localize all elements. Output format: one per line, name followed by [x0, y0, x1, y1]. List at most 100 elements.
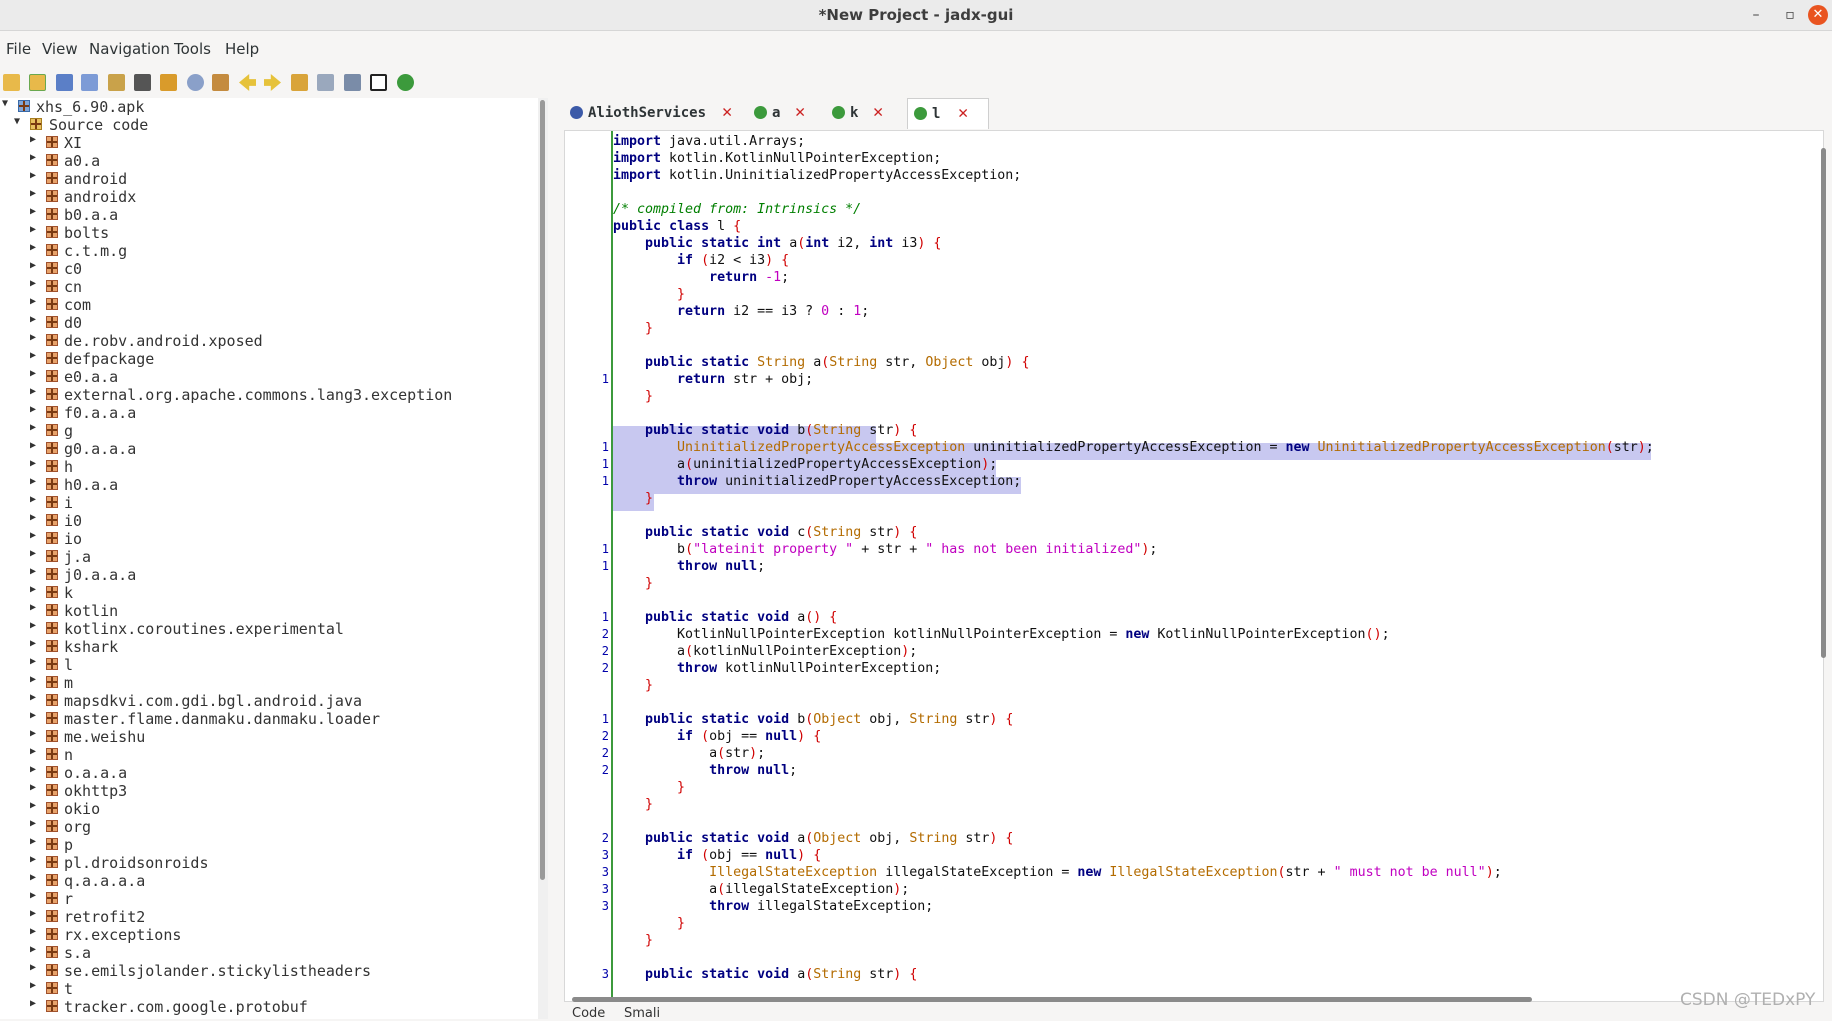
- code-editor[interactable]: 1 1 1 1 1 1 1 2 2 2 1 2 2 2 2 3 3 3 3 3 import java.util.Ar…: [564, 130, 1824, 1002]
- chevron-right-icon[interactable]: ▶: [30, 710, 40, 721]
- chevron-right-icon[interactable]: ▶: [30, 458, 40, 469]
- chevron-right-icon[interactable]: ▶: [30, 368, 40, 379]
- close-tab-icon[interactable]: ✕: [795, 102, 805, 122]
- code-line: /* compiled from: Intrinsics */: [613, 202, 862, 217]
- chevron-right-icon[interactable]: ▶: [30, 422, 40, 433]
- chevron-right-icon[interactable]: ▶: [30, 242, 40, 253]
- package-icon: [46, 802, 58, 814]
- chevron-right-icon[interactable]: ▶: [30, 602, 40, 613]
- tab-a[interactable]: a ✕: [750, 98, 825, 128]
- quark-icon[interactable]: [370, 74, 387, 91]
- chevron-right-icon[interactable]: ▶: [30, 548, 40, 559]
- editor-scrollbar[interactable]: [1818, 148, 1830, 668]
- chevron-right-icon[interactable]: ▶: [30, 836, 40, 847]
- chevron-right-icon[interactable]: ▶: [30, 206, 40, 217]
- back-icon[interactable]: [239, 74, 256, 91]
- chevron-right-icon[interactable]: ▶: [30, 494, 40, 505]
- chevron-right-icon[interactable]: ▶: [30, 782, 40, 793]
- chevron-right-icon[interactable]: ▶: [30, 674, 40, 685]
- chevron-right-icon[interactable]: ▶: [30, 890, 40, 901]
- chevron-right-icon[interactable]: ▶: [30, 908, 40, 919]
- close-tab-icon[interactable]: ✕: [873, 102, 883, 122]
- editor-scrollbar-thumb[interactable]: [1821, 148, 1826, 658]
- search-icon[interactable]: [187, 74, 204, 91]
- chevron-right-icon[interactable]: ▶: [30, 170, 40, 181]
- forward-icon[interactable]: [264, 74, 281, 91]
- title-bar: *New Project - jadx-gui – ▫ ✕: [0, 0, 1832, 31]
- tab-aliothservices[interactable]: AliothServices ✕: [566, 98, 746, 128]
- preferences-icon[interactable]: [344, 74, 361, 91]
- chevron-right-icon[interactable]: ▶: [30, 224, 40, 235]
- chevron-right-icon[interactable]: ▶: [30, 134, 40, 145]
- package-icon: [46, 874, 58, 886]
- tab-l[interactable]: l ✕: [907, 98, 989, 129]
- menu-file[interactable]: File: [6, 40, 31, 58]
- chevron-right-icon[interactable]: ▶: [30, 998, 40, 1009]
- tree-scrollbar-thumb[interactable]: [540, 100, 545, 880]
- chevron-right-icon[interactable]: ▶: [30, 962, 40, 973]
- chevron-right-icon[interactable]: ▶: [30, 638, 40, 649]
- chevron-right-icon[interactable]: ▶: [30, 872, 40, 883]
- minimize-button[interactable]: –: [1746, 5, 1766, 25]
- chevron-right-icon[interactable]: ▶: [30, 386, 40, 397]
- class-search-icon[interactable]: [212, 74, 229, 91]
- close-tab-icon[interactable]: ✕: [722, 102, 732, 122]
- chevron-right-icon[interactable]: ▶: [30, 530, 40, 541]
- menu-tools[interactable]: Tools: [174, 40, 211, 58]
- deobfuscation-icon[interactable]: [291, 74, 308, 91]
- decompile-all-icon[interactable]: [160, 74, 177, 91]
- tree-package-label: g: [64, 422, 74, 440]
- chevron-right-icon[interactable]: ▶: [30, 260, 40, 271]
- chevron-right-icon[interactable]: ▶: [30, 926, 40, 937]
- open-file-icon[interactable]: [3, 74, 20, 91]
- chevron-right-icon[interactable]: ▶: [30, 476, 40, 487]
- chevron-right-icon[interactable]: ▶: [30, 512, 40, 523]
- maximize-button[interactable]: ▫: [1780, 5, 1800, 25]
- flatten-packages-icon[interactable]: [134, 74, 151, 91]
- tree-package-label: androidx: [64, 188, 137, 206]
- chevron-down-icon[interactable]: ▼: [14, 116, 24, 127]
- package-icon: [46, 550, 58, 562]
- chevron-right-icon[interactable]: ▶: [30, 350, 40, 361]
- save-all-icon[interactable]: [56, 74, 73, 91]
- code-area[interactable]: import java.util.Arrays; import kotlin.Ko…: [613, 131, 1823, 1001]
- chevron-right-icon[interactable]: ▶: [30, 620, 40, 631]
- tree-scrollbar[interactable]: [538, 98, 548, 1019]
- chevron-right-icon[interactable]: ▶: [30, 692, 40, 703]
- editor-bottom-tabs: Code Smali: [564, 1004, 1822, 1021]
- package-icon: [46, 316, 58, 328]
- chevron-right-icon[interactable]: ▶: [30, 152, 40, 163]
- log-viewer-icon[interactable]: [317, 74, 334, 91]
- chevron-right-icon[interactable]: ▶: [30, 854, 40, 865]
- close-window-button[interactable]: ✕: [1808, 5, 1828, 25]
- tab-k[interactable]: k ✕: [828, 98, 903, 128]
- debugger-icon[interactable]: [397, 74, 414, 91]
- chevron-right-icon[interactable]: ▶: [30, 818, 40, 829]
- chevron-down-icon[interactable]: ▼: [2, 98, 12, 109]
- chevron-right-icon[interactable]: ▶: [30, 404, 40, 415]
- chevron-right-icon[interactable]: ▶: [30, 278, 40, 289]
- menu-help[interactable]: Help: [225, 40, 259, 58]
- chevron-right-icon[interactable]: ▶: [30, 980, 40, 991]
- export-icon[interactable]: [81, 74, 98, 91]
- chevron-right-icon[interactable]: ▶: [30, 314, 40, 325]
- menu-navigation[interactable]: Navigation: [89, 40, 170, 58]
- close-tab-icon[interactable]: ✕: [958, 103, 968, 123]
- sync-icon[interactable]: [108, 74, 125, 91]
- chevron-right-icon[interactable]: ▶: [30, 332, 40, 343]
- chevron-right-icon[interactable]: ▶: [30, 188, 40, 199]
- chevron-right-icon[interactable]: ▶: [30, 296, 40, 307]
- chevron-right-icon[interactable]: ▶: [30, 944, 40, 955]
- editor-horizontal-scrollbar[interactable]: [572, 997, 1532, 1002]
- line-number-gutter: 1 1 1 1 1 1 1 2 2 2 1 2 2 2 2 3 3 3 3 3: [565, 131, 611, 1001]
- chevron-right-icon[interactable]: ▶: [30, 800, 40, 811]
- menu-view[interactable]: View: [42, 40, 78, 58]
- chevron-right-icon[interactable]: ▶: [30, 764, 40, 775]
- chevron-right-icon[interactable]: ▶: [30, 440, 40, 451]
- chevron-right-icon[interactable]: ▶: [30, 566, 40, 577]
- chevron-right-icon[interactable]: ▶: [30, 584, 40, 595]
- chevron-right-icon[interactable]: ▶: [30, 728, 40, 739]
- chevron-right-icon[interactable]: ▶: [30, 656, 40, 667]
- chevron-right-icon[interactable]: ▶: [30, 746, 40, 757]
- add-files-icon[interactable]: [29, 74, 46, 91]
